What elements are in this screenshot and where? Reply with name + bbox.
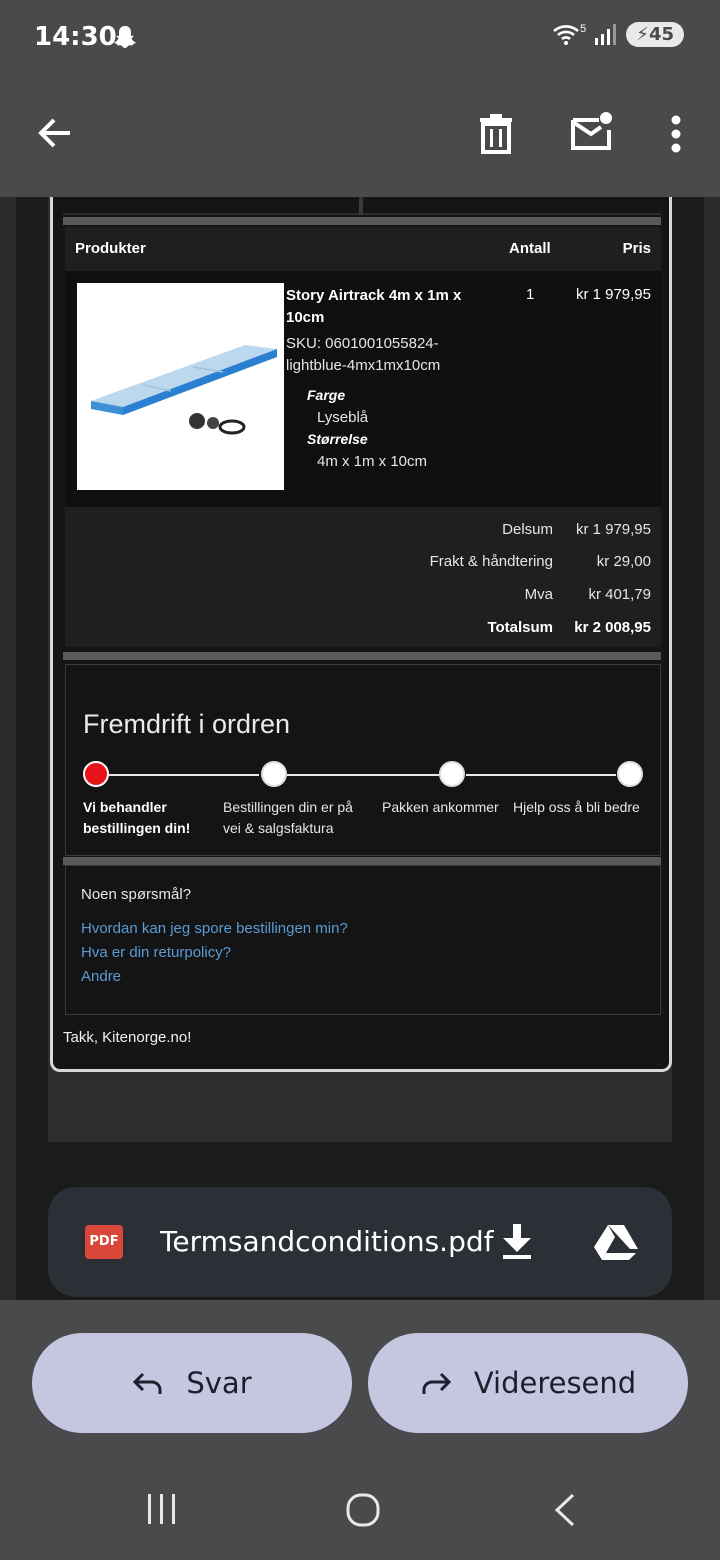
snapchat-icon — [114, 26, 136, 48]
battery-leaf-icon: ⚡ — [636, 24, 649, 45]
app-bar — [0, 72, 720, 197]
faq-section: Noen spørsmål? Hvordan kan jeg spore bes… — [65, 865, 661, 1015]
status-time: 14:30 — [34, 22, 117, 52]
progress-connector — [466, 774, 616, 776]
shipping-value: kr 29,00 — [596, 553, 651, 570]
total-value: kr 2 008,95 — [574, 619, 651, 636]
progress-step-2-label: Bestillingen din er på vei & salgsfaktur… — [223, 799, 353, 836]
airtrack-image — [91, 345, 277, 435]
back-arrow-icon[interactable] — [36, 114, 74, 152]
faq-link-tracking[interactable]: Hvordan kan jeg spore bestillingen min? — [81, 920, 348, 937]
forward-icon — [422, 1372, 451, 1394]
progress-step-4-label: Hjelp oss å bli bedre — [513, 799, 640, 815]
table-row: Story Airtrack 4m x 1m x 10cm SKU: 06010… — [65, 271, 661, 507]
vat-label: Mva — [524, 586, 553, 603]
status-bar: 14:30 5 ⚡45 — [0, 0, 720, 72]
reply-icon — [133, 1372, 162, 1394]
reply-label: Svar — [186, 1366, 252, 1400]
forward-button[interactable]: Videresend — [368, 1333, 688, 1433]
faq-link-other[interactable]: Andre — [81, 968, 121, 985]
battery-indicator: ⚡45 — [626, 22, 684, 47]
progress-title: Fremdrift i ordren — [83, 709, 291, 739]
cell-signal-icon — [595, 23, 617, 45]
status-indicators: 5 ⚡45 — [552, 22, 684, 47]
recent-apps-icon[interactable] — [146, 1492, 178, 1526]
wifi-band-label: 5 — [580, 22, 587, 35]
mark-unread-icon[interactable] — [570, 112, 614, 152]
progress-connector — [287, 774, 439, 776]
reply-button[interactable]: Svar — [32, 1333, 352, 1433]
header-products: Produkter — [75, 240, 146, 257]
subtotal-row: Delsum kr 1 979,95 — [65, 521, 661, 541]
order-totals: Delsum kr 1 979,95 Frakt & håndtering kr… — [65, 507, 661, 647]
thanks-text: Takk, Kitenorge.no! — [63, 1029, 192, 1046]
product-qty: 1 — [526, 286, 535, 303]
wifi-icon — [553, 24, 580, 45]
progress-step-3-dot — [439, 761, 465, 787]
faq-question: Noen spørsmål? — [81, 886, 192, 903]
header-qty: Antall — [509, 240, 551, 257]
product-image[interactable] — [77, 283, 284, 490]
shipping-label: Frakt & håndtering — [429, 553, 553, 570]
progress-step-2-dot — [261, 761, 287, 787]
faq-link-returns[interactable]: Hva er din returpolicy? — [81, 944, 231, 961]
subtotal-value: kr 1 979,95 — [575, 521, 651, 538]
battery-level: 45 — [648, 24, 674, 45]
products-table-header: Produkter Antall Pris — [65, 227, 661, 271]
section-divider — [63, 217, 661, 225]
attr-size-label: Størrelse — [307, 431, 368, 447]
progress-connector — [109, 774, 259, 776]
total-row: Totalsum kr 2 008,95 — [65, 619, 661, 639]
shipping-row: Frakt & håndtering kr 29,00 — [65, 553, 661, 573]
vat-row: Mva kr 401,79 — [65, 586, 661, 606]
nav-back-icon[interactable] — [552, 1492, 578, 1528]
delete-icon[interactable] — [478, 114, 514, 154]
attachment-filename[interactable]: Termsandconditions.pdf — [160, 1225, 493, 1258]
progress-step-1-dot — [83, 761, 109, 787]
product-sku: SKU: 0601001055824-lightblue-4mx1mx10cm — [286, 335, 441, 374]
order-progress: Fremdrift i ordren Vi behandler bestilli… — [65, 664, 661, 856]
progress-step-3-label: Pakken ankommer — [382, 799, 499, 815]
email-body[interactable]: Produkter Antall Pris Story Airtrack 4m … — [16, 197, 704, 1300]
bottom-action-area: Svar Videresend — [0, 1300, 720, 1560]
progress-step-4-dot — [617, 761, 643, 787]
vat-value: kr 401,79 — [588, 586, 651, 603]
total-label: Totalsum — [487, 619, 553, 636]
attr-color-value: Lyseblå — [317, 409, 369, 426]
pdf-file-icon: PDF — [85, 1225, 123, 1259]
download-icon[interactable] — [500, 1222, 534, 1260]
product-name: Story Airtrack 4m x 1m x 10cm — [286, 287, 462, 326]
order-card: Produkter Antall Pris Story Airtrack 4m … — [50, 197, 672, 1072]
section-divider — [63, 652, 661, 660]
attachment-chip[interactable]: PDF Termsandconditions.pdf — [48, 1187, 672, 1297]
forward-label: Videresend — [473, 1366, 637, 1400]
attr-color-label: Farge — [307, 387, 346, 403]
subtotal-label: Delsum — [502, 521, 553, 538]
more-options-icon[interactable] — [670, 114, 682, 154]
email-frame: Produkter Antall Pris Story Airtrack 4m … — [48, 197, 672, 1142]
google-drive-icon[interactable] — [594, 1223, 638, 1261]
table-top-remnant — [63, 197, 661, 215]
section-divider — [63, 857, 661, 865]
home-icon[interactable] — [345, 1492, 381, 1528]
progress-step-1-label: Vi behandler bestillingen din! — [83, 799, 191, 836]
header-price: Pris — [622, 240, 651, 257]
product-price: kr 1 979,95 — [575, 286, 651, 303]
attr-size-value: 4m x 1m x 10cm — [317, 453, 428, 470]
